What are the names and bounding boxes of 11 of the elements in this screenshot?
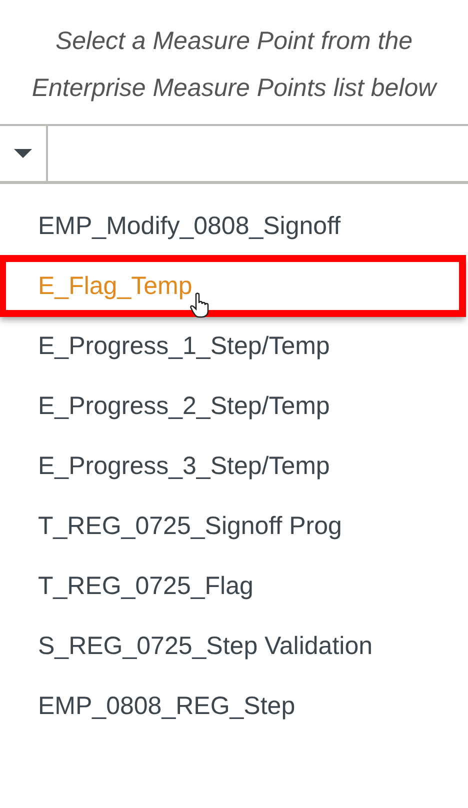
dropdown-field[interactable] [0,124,468,184]
measure-point-item[interactable]: E_Progress_1_Step/Temp [0,316,468,376]
measure-point-item[interactable]: EMP_Modify_0808_Signoff [0,196,468,256]
measure-point-item[interactable]: EMP_0808_REG_Step [0,676,468,736]
measure-point-item[interactable]: S_REG_0725_Step Validation [0,616,468,676]
caret-down-icon [14,148,32,158]
instruction-text: Select a Measure Point from the Enterprise Measure Points list below [30,26,438,104]
measure-point-item[interactable]: T_REG_0725_Signoff Prog [0,496,468,556]
measure-point-item[interactable]: E_Progress_2_Step/Temp [0,376,468,436]
measure-point-item[interactable]: T_REG_0725_Flag [0,556,468,616]
measure-point-item[interactable]: E_Progress_3_Step/Temp [0,436,468,496]
